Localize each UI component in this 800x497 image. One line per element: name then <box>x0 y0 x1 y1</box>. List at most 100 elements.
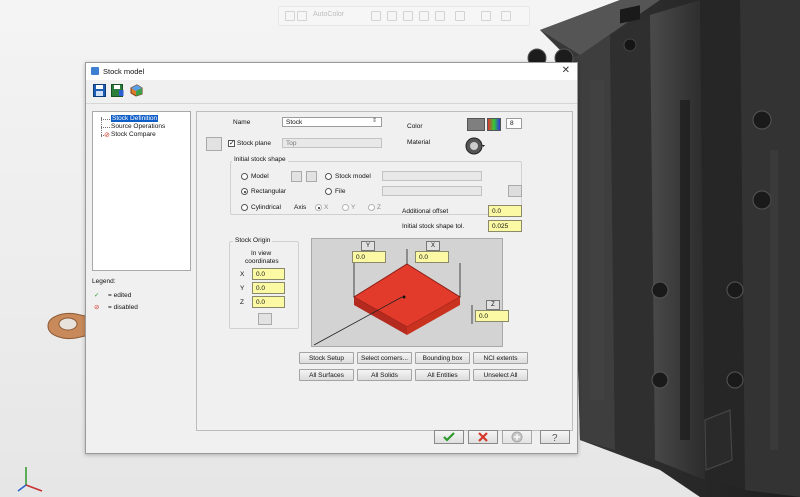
all-solids-button[interactable]: All Solids <box>357 369 412 381</box>
tree-item-source-operations[interactable]: Source Operations <box>111 123 165 130</box>
page-tree: Stock Definition Source Operations ⊘ Sto… <box>92 111 191 271</box>
material-button[interactable] <box>464 136 488 156</box>
browse-folder-icon[interactable] <box>508 185 522 197</box>
all-surfaces-button[interactable]: All Surfaces <box>299 369 354 381</box>
toolbar-icon[interactable] <box>455 11 465 21</box>
disabled-icon: ⊘ <box>104 132 110 139</box>
axis-x-radio[interactable] <box>315 204 322 211</box>
stock-model-radio[interactable] <box>325 173 332 180</box>
color-swatch[interactable] <box>467 118 485 131</box>
origin-x-field[interactable]: 0.0 <box>252 268 285 280</box>
autocolor-label[interactable]: AutoColor <box>313 11 344 18</box>
stock-shape-icon[interactable] <box>130 84 143 97</box>
cylindrical-label: Cylindrical <box>251 204 281 211</box>
toolbar-separator <box>86 103 577 104</box>
stock-plane-label: Stock plane <box>237 140 271 147</box>
stock-preview[interactable] <box>311 238 503 347</box>
stock-plane-checkbox[interactable]: ✓ <box>228 140 235 147</box>
color-number-field[interactable]: 8 <box>506 118 522 129</box>
close-icon <box>478 432 488 442</box>
origin-subtitle-1: In view <box>251 250 272 257</box>
toolbar-icon[interactable] <box>403 11 413 21</box>
dialog-title: Stock model <box>103 67 145 76</box>
toolbar-icon[interactable] <box>371 11 381 21</box>
origin-z-field[interactable]: 0.0 <box>252 296 285 308</box>
help-icon: ? <box>552 433 558 444</box>
bounding-box-button[interactable]: Bounding box <box>415 352 470 364</box>
cancel-button[interactable] <box>468 430 498 444</box>
select-origin-pointer-icon[interactable] <box>258 313 272 325</box>
select-model-alt-button[interactable] <box>306 171 317 182</box>
axis-triad <box>17 467 43 492</box>
apply-button[interactable] <box>502 430 532 444</box>
rectangular-label: Rectangular <box>251 188 287 195</box>
axis-z-label: Z <box>377 204 381 211</box>
stock-model-label: Stock model <box>335 173 371 180</box>
origin-x-label: X <box>240 271 245 278</box>
preview-x-field[interactable]: 0.0 <box>415 251 449 263</box>
preview-x-tag: X <box>426 241 440 251</box>
nci-extents-button[interactable]: NCI extents <box>473 352 528 364</box>
select-corners-button[interactable]: Select corners... <box>357 352 412 364</box>
help-button[interactable]: ? <box>540 430 570 444</box>
origin-z-label: Z <box>240 299 244 306</box>
all-entities-button[interactable]: All Entities <box>415 369 470 381</box>
check-icon: ✓ <box>94 292 100 299</box>
toolbar-icon[interactable] <box>387 11 397 21</box>
additional-offset-label: Additional offset <box>402 208 449 215</box>
rectangular-radio[interactable] <box>241 188 248 195</box>
save-icon[interactable] <box>93 84 106 97</box>
axis-x-label: X <box>324 204 329 211</box>
select-model-button[interactable] <box>291 171 302 182</box>
preview-z-tag: Z <box>486 300 500 310</box>
toolbar-icon[interactable] <box>435 11 445 21</box>
unselect-all-button[interactable]: Unselect All <box>473 369 528 381</box>
material-label: Material <box>407 139 431 146</box>
legend-title: Legend: <box>92 278 116 285</box>
stock-model-dialog: Stock model ✕ Stock Definition Source Op… <box>85 62 578 454</box>
toolbar-icon[interactable] <box>297 11 307 21</box>
chevron-down-icon[interactable]: ⇕ <box>372 117 377 124</box>
shape-tol-label: Initial stock shape tol. <box>402 223 465 230</box>
check-icon <box>443 432 455 442</box>
color-picker-icon[interactable] <box>487 118 501 131</box>
svg-text:?: ? <box>552 433 558 443</box>
initial-stock-shape-title: Initial stock shape <box>232 156 288 163</box>
close-icon[interactable]: ✕ <box>562 65 570 76</box>
origin-y-label: Y <box>240 285 245 292</box>
color-label: Color <box>407 123 423 130</box>
shape-tol-field[interactable]: 0.025 <box>488 220 522 232</box>
file-label: File <box>335 188 346 195</box>
preview-z-field[interactable]: 0.0 <box>475 310 509 322</box>
axis-y-label: Y <box>351 204 356 211</box>
disabled-icon: ⊘ <box>94 304 100 311</box>
tree-item-stock-compare[interactable]: Stock Compare <box>111 131 156 138</box>
legend-edited: ✓ = edited <box>94 292 132 299</box>
preview-y-tag: Y <box>361 241 375 251</box>
file-radio[interactable] <box>325 188 332 195</box>
stock-plane-field: Top <box>282 138 382 148</box>
cylindrical-radio[interactable] <box>241 204 248 211</box>
file-path-field <box>382 186 482 196</box>
origin-y-field[interactable]: 0.0 <box>252 282 285 294</box>
save-as-icon[interactable] <box>111 84 124 97</box>
view-sheet-button[interactable] <box>206 137 222 151</box>
toolbar-icon[interactable] <box>285 11 295 21</box>
axis-z-radio[interactable] <box>368 204 375 211</box>
ok-button[interactable] <box>434 430 464 444</box>
name-field[interactable]: Stock <box>282 117 382 127</box>
plus-circle-icon <box>511 431 523 443</box>
model-radio[interactable] <box>241 173 248 180</box>
toolbar-icon[interactable] <box>481 11 491 21</box>
app-icon <box>91 67 99 75</box>
axis-label: Axis <box>294 204 307 211</box>
axis-y-radio[interactable] <box>342 204 349 211</box>
dialog-titlebar: Stock model ✕ <box>86 63 577 80</box>
tree-item-stock-definition[interactable]: Stock Definition <box>111 115 159 122</box>
toolbar-icon[interactable] <box>419 11 429 21</box>
top-toolbar: AutoColor <box>278 6 530 26</box>
model-label: Model <box>251 173 269 180</box>
additional-offset-field[interactable]: 0.0 <box>488 205 522 217</box>
stock-setup-button[interactable]: Stock Setup <box>299 352 354 364</box>
preview-y-field[interactable]: 0.0 <box>352 251 386 263</box>
